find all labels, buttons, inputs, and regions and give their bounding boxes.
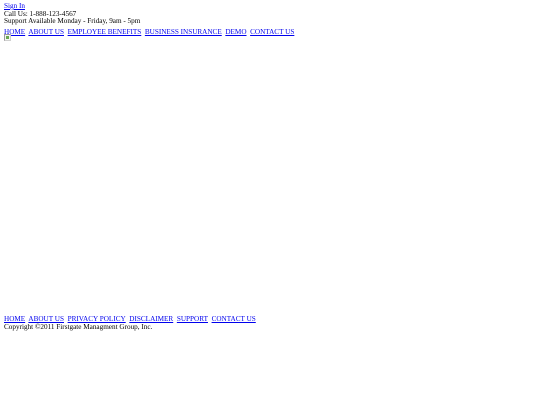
nav-about-us-link[interactable]: ABOUT US	[28, 28, 64, 36]
nav-contact-us-link[interactable]: CONTACT US	[250, 28, 294, 36]
broken-image-icon	[4, 34, 11, 41]
nav-demo-link[interactable]: DEMO	[225, 28, 246, 36]
footer-disclaimer-link[interactable]: DISCLAIMER	[129, 315, 173, 323]
footer-home-link[interactable]: HOME	[4, 315, 25, 323]
footer-contact-us-link[interactable]: CONTACT US	[212, 315, 256, 323]
nav-employee-benefits-link[interactable]: EMPLOYEE BENEFITS	[68, 28, 142, 36]
copyright-text: Copyright ©2011 Firstgate Managment Grou…	[4, 323, 153, 331]
footer-about-us-link[interactable]: ABOUT US	[28, 315, 64, 323]
footer-privacy-policy-link[interactable]: PRIVACY POLICY	[68, 315, 126, 323]
nav-business-insurance-link[interactable]: BUSINESS INSURANCE	[145, 28, 222, 36]
header: Sign In Call Us: 1-888-123-4567 Support …	[4, 2, 141, 26]
top-nav: HOME ABOUT US EMPLOYEE BENEFITS BUSINESS…	[4, 28, 296, 37]
support-hours-text: Support Available Monday - Friday, 9am -…	[4, 17, 141, 26]
footer-support-link[interactable]: SUPPORT	[177, 315, 208, 323]
